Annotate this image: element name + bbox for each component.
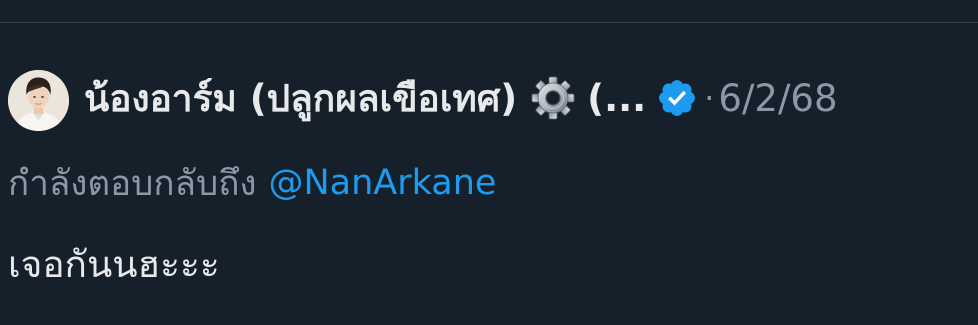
tweet[interactable]: น้องอาร์ม (ปลูกผลเขือเทศ) (... · 6/2/68 … [0,0,978,325]
gear-icon [531,76,575,120]
tweet-header: น้องอาร์ม (ปลูกผลเขือเทศ) (... · 6/2/68 [84,70,838,126]
reply-handle-link[interactable]: @NanArkane [269,163,497,203]
author-name[interactable]: น้องอาร์ม (ปลูกผลเขือเทศ) [84,69,517,128]
avatar-image [8,70,69,131]
author-name-overflow[interactable]: (... [587,77,646,120]
reply-prefix: กำลังตอบกลับถึง [8,163,257,204]
separator-dot: · [704,79,715,117]
tweet-timestamp[interactable]: 6/2/68 [718,77,837,120]
tweet-text: เจอกันนฮะะะ [8,242,220,286]
verified-badge-icon[interactable] [656,77,698,119]
replying-to: กำลังตอบกลับถึง @NanArkane [8,158,496,208]
avatar[interactable] [8,70,69,131]
